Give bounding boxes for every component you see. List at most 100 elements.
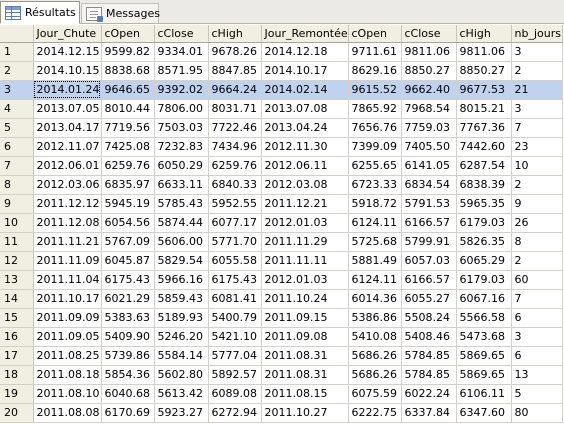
table-row[interactable]: 15 2011.09.09 5383.63 5189.93 5400.79 2011.09… <box>0 308 563 328</box>
grid-cell[interactable]: 5739.86 <box>101 346 155 366</box>
grid-cell[interactable]: 5686.26 <box>348 346 402 366</box>
table-row[interactable]: 13 2011.11.04 6175.43 5966.16 6175.43 2012.01… <box>0 270 563 290</box>
column-header[interactable]: cOpen <box>348 25 402 43</box>
grid-cell[interactable]: 7 <box>511 289 563 309</box>
row-number[interactable]: 1 <box>0 42 34 62</box>
column-header[interactable]: cClose <box>401 25 457 43</box>
grid-cell[interactable]: 5421.10 <box>208 327 262 347</box>
grid-cell[interactable]: 2012.03.08 <box>261 175 349 195</box>
grid-cell[interactable]: 7399.09 <box>348 137 402 157</box>
grid-cell[interactable]: 6166.57 <box>401 270 457 290</box>
grid-cell[interactable]: 9615.52 <box>348 80 402 100</box>
grid-cell[interactable]: 5965.35 <box>456 194 512 214</box>
grid-cell[interactable]: 7722.46 <box>208 118 262 138</box>
grid-cell[interactable]: 2011.11.04 <box>33 270 102 290</box>
grid-cell[interactable]: 5400.79 <box>208 308 262 328</box>
column-header[interactable]: Jour_Chute <box>33 25 102 43</box>
grid-cell[interactable]: 6045.87 <box>101 251 155 271</box>
grid-cell[interactable]: 5386.86 <box>348 308 402 328</box>
column-header[interactable]: cHigh <box>456 25 512 43</box>
grid-cell[interactable]: 5584.14 <box>154 346 209 366</box>
grid-cell[interactable]: 9664.24 <box>208 80 262 100</box>
grid-cell[interactable]: 8850.27 <box>456 61 512 81</box>
grid-cell[interactable]: 7 <box>511 118 563 138</box>
grid-cell[interactable]: 5767.09 <box>101 232 155 252</box>
grid-cell[interactable]: 6081.41 <box>208 289 262 309</box>
grid-cell[interactable]: 23 <box>511 137 563 157</box>
grid-cell[interactable]: 8015.21 <box>456 99 512 119</box>
row-number[interactable]: 7 <box>0 156 34 176</box>
grid-cell[interactable]: 6179.03 <box>456 270 512 290</box>
grid-cell[interactable]: 6834.54 <box>401 175 457 195</box>
grid-cell[interactable]: 6040.68 <box>101 384 155 404</box>
grid-cell[interactable]: 9811.06 <box>401 42 457 62</box>
tab-messages[interactable]: Messages <box>81 3 160 23</box>
grid-cell[interactable]: 5686.26 <box>348 365 402 385</box>
row-number[interactable]: 13 <box>0 270 34 290</box>
grid-cell[interactable]: 2014.12.18 <box>261 42 349 62</box>
table-row[interactable]: 8 2012.03.06 6835.97 6633.11 6840.33 2012.03.… <box>0 175 563 195</box>
row-number[interactable]: 10 <box>0 213 34 233</box>
grid-cell[interactable]: 6259.76 <box>101 156 155 176</box>
grid-cell[interactable]: 6170.69 <box>101 403 155 423</box>
grid-cell[interactable]: 2011.12.08 <box>33 213 102 233</box>
row-number[interactable]: 8 <box>0 175 34 195</box>
grid-cell[interactable]: 7656.76 <box>348 118 402 138</box>
grid-cell[interactable]: 2014.01.24 <box>33 80 102 100</box>
grid-cell[interactable]: 9678.26 <box>208 42 262 62</box>
grid-cell[interactable]: 5881.49 <box>348 251 402 271</box>
row-number[interactable]: 11 <box>0 232 34 252</box>
grid-cell[interactable]: 5 <box>511 384 563 404</box>
grid-cell[interactable]: 7806.00 <box>154 99 209 119</box>
grid-cell[interactable]: 9 <box>511 194 563 214</box>
grid-cell[interactable]: 6259.76 <box>208 156 262 176</box>
grid-cell[interactable]: 3 <box>511 99 563 119</box>
grid-cell[interactable]: 2011.12.21 <box>261 194 349 214</box>
grid-cell[interactable]: 7405.50 <box>401 137 457 157</box>
grid-cell[interactable]: 6 <box>511 346 563 366</box>
grid-cell[interactable]: 6838.39 <box>456 175 512 195</box>
grid-cell[interactable]: 9677.53 <box>456 80 512 100</box>
grid-cell[interactable]: 2011.08.31 <box>261 346 349 366</box>
grid-cell[interactable]: 8031.71 <box>208 99 262 119</box>
grid-cell[interactable]: 5383.63 <box>101 308 155 328</box>
grid-cell[interactable]: 7968.54 <box>401 99 457 119</box>
row-number[interactable]: 6 <box>0 137 34 157</box>
grid-cell[interactable]: 2012.03.06 <box>33 175 102 195</box>
grid-cell[interactable]: 2 <box>511 251 563 271</box>
grid-cell[interactable]: 6124.11 <box>348 213 402 233</box>
grid-cell[interactable]: 21 <box>511 80 563 100</box>
grid-cell[interactable]: 5826.35 <box>456 232 512 252</box>
grid-cell[interactable]: 2011.08.18 <box>33 365 102 385</box>
table-row[interactable]: 7 2012.06.01 6259.76 6050.29 6259.76 2012.06.… <box>0 156 563 176</box>
column-header[interactable]: cOpen <box>101 25 155 43</box>
grid-cell[interactable]: 6175.43 <box>101 270 155 290</box>
column-header[interactable]: Jour_Remontée <box>261 25 349 43</box>
row-number[interactable]: 20 <box>0 403 34 423</box>
grid-cell[interactable]: 6179.03 <box>456 213 512 233</box>
grid-cell[interactable]: 6166.57 <box>401 213 457 233</box>
grid-cell[interactable]: 8629.16 <box>348 61 402 81</box>
grid-cell[interactable]: 2011.08.31 <box>261 365 349 385</box>
grid-cell[interactable]: 6175.43 <box>208 270 262 290</box>
grid-cell[interactable]: 8 <box>511 232 563 252</box>
grid-cell[interactable]: 2012.06.11 <box>261 156 349 176</box>
row-number[interactable]: 17 <box>0 346 34 366</box>
grid-cell[interactable]: 6057.03 <box>401 251 457 271</box>
grid-cell[interactable]: 8838.68 <box>101 61 155 81</box>
grid-cell[interactable]: 5892.57 <box>208 365 262 385</box>
table-row[interactable]: 11 2011.11.21 5767.09 5606.00 5771.70 2011.11… <box>0 232 563 252</box>
grid-cell[interactable]: 6021.29 <box>101 289 155 309</box>
grid-cell[interactable]: 7767.36 <box>456 118 512 138</box>
grid-cell[interactable]: 6141.05 <box>401 156 457 176</box>
grid-cell[interactable]: 5473.68 <box>456 327 512 347</box>
grid-cell[interactable]: 5566.58 <box>456 308 512 328</box>
grid-cell[interactable]: 6054.56 <box>101 213 155 233</box>
grid-cell[interactable]: 5784.85 <box>401 365 457 385</box>
grid-cell[interactable]: 6124.11 <box>348 270 402 290</box>
grid-cell[interactable]: 6067.16 <box>456 289 512 309</box>
grid-cell[interactable]: 6222.75 <box>348 403 402 423</box>
grid-cell[interactable]: 5784.85 <box>401 346 457 366</box>
grid-cell[interactable]: 2013.04.17 <box>33 118 102 138</box>
grid-cell[interactable]: 2013.07.05 <box>33 99 102 119</box>
